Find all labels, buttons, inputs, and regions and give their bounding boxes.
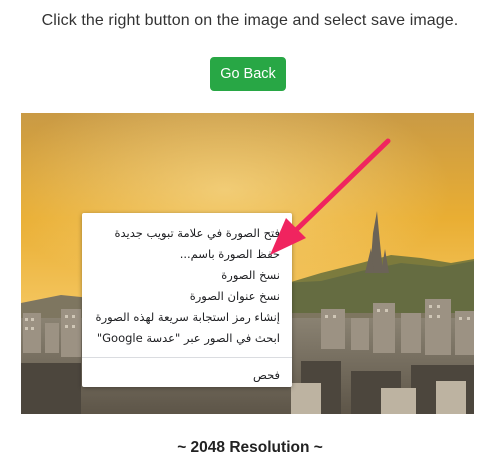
menu-item-create-qr-code[interactable]: إنشاء رمز استجابة سريعة لهذه الصورة — [82, 307, 292, 328]
menu-separator — [82, 357, 292, 358]
menu-item-copy-image[interactable]: نسخ الصورة — [82, 265, 292, 286]
context-menu: فتح الصورة في علامة تبويب جديدة حفظ الصو… — [82, 213, 292, 387]
page: Click the right button on the image and … — [0, 0, 500, 475]
menu-item-save-image-as[interactable]: حفظ الصورة باسم... — [82, 244, 292, 265]
menu-item-open-image-new-tab[interactable]: فتح الصورة في علامة تبويب جديدة — [82, 223, 292, 244]
go-back-button[interactable]: Go Back — [210, 57, 286, 91]
instruction-text: Click the right button on the image and … — [41, 12, 459, 29]
menu-item-inspect[interactable]: فحص — [82, 365, 292, 386]
menu-item-search-google-lens[interactable]: ابحث في الصور عبر "عدسة Google" — [82, 328, 292, 349]
resolution-caption: ~ 2048 Resolution ~ — [177, 439, 323, 456]
menu-item-copy-image-address[interactable]: نسخ عنوان الصورة — [82, 286, 292, 307]
